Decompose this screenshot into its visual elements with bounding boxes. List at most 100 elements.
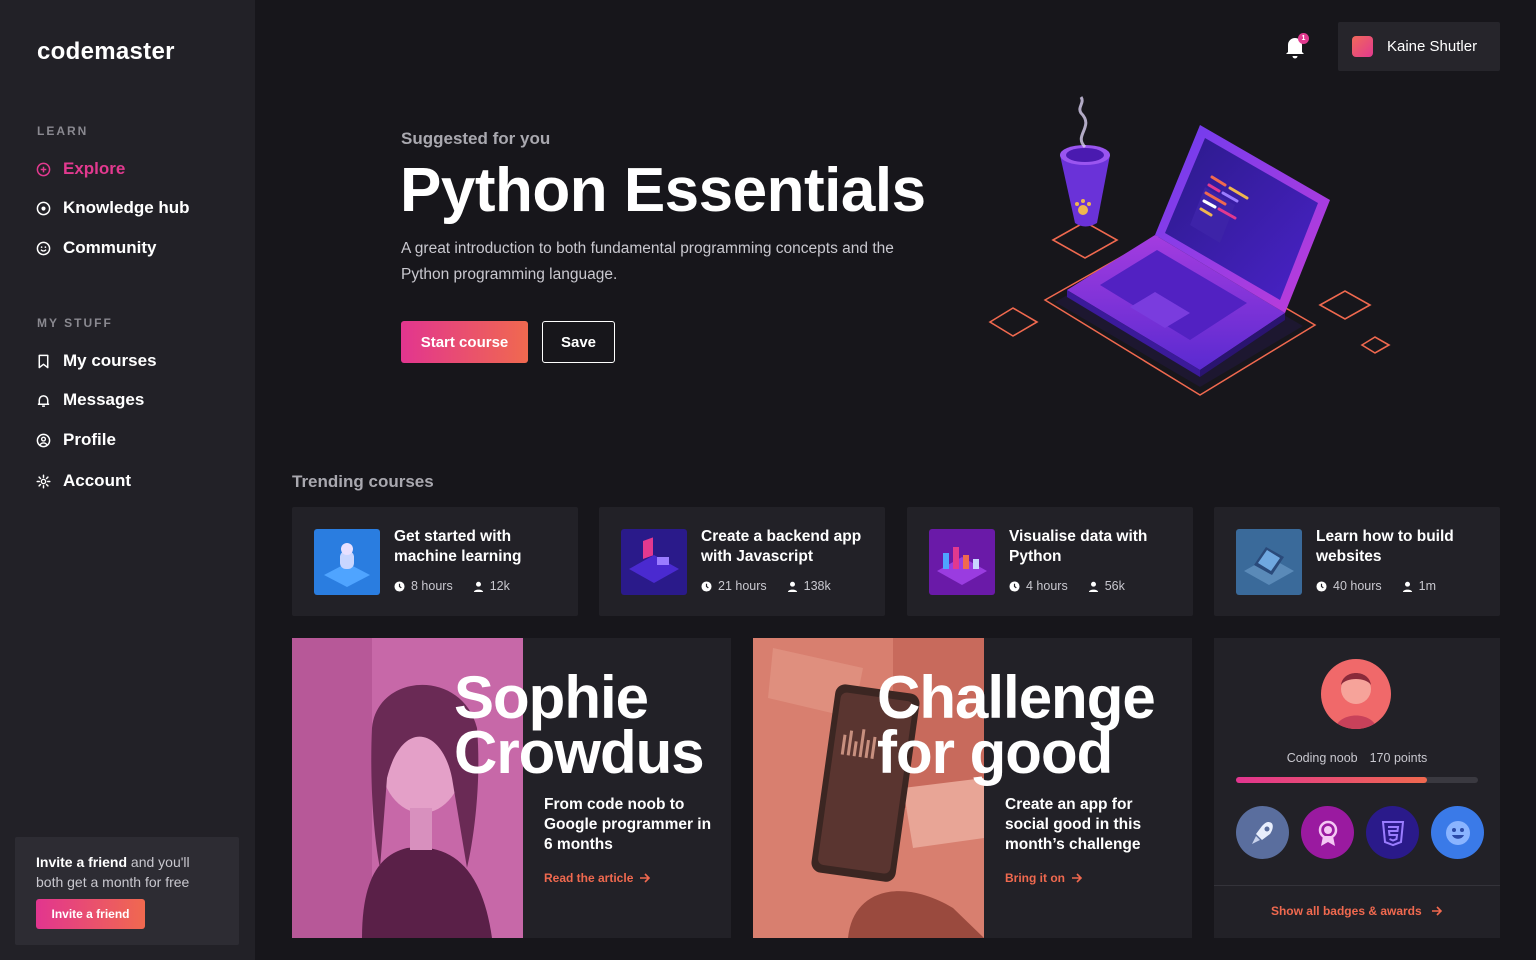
read-article-link[interactable]: Read the article — [544, 871, 651, 885]
rocket-badge-icon[interactable] — [1236, 806, 1289, 859]
hero-title: Python Essentials — [400, 156, 926, 225]
html5-badge-icon[interactable] — [1366, 806, 1419, 859]
feature-link-label: Read the article — [544, 871, 634, 885]
badge-list — [1236, 806, 1484, 859]
sidebar-item-community[interactable]: Community — [36, 238, 157, 258]
user-icon — [473, 581, 483, 592]
course-card[interactable]: Create a backend app with Javascript 21 … — [599, 507, 885, 616]
progress-fill — [1236, 777, 1428, 783]
feature-card-challenge[interactable]: Challenge for good Create an app for soc… — [753, 638, 1192, 938]
plus-circle-icon — [36, 162, 51, 176]
laptop-illustration — [988, 96, 1391, 396]
show-all-badges-link[interactable]: Show all badges & awards — [1214, 904, 1500, 918]
user-icon — [787, 581, 797, 592]
course-learners: 1m — [1418, 579, 1437, 593]
course-learners: 138k — [803, 579, 831, 593]
feature-subtitle: Create an app for social good in this mo… — [1005, 796, 1142, 853]
sidebar-item-label: Knowledge hub — [63, 198, 190, 217]
course-thumbnail — [929, 529, 995, 595]
hero-description: A great introduction to both fundamental… — [401, 240, 894, 283]
course-card[interactable]: Learn how to build websites 40 hours 1m — [1214, 507, 1500, 616]
feature-subtitle: From code noob to Google programmer in 6… — [544, 796, 712, 853]
divider — [1214, 885, 1500, 886]
arrow-right-icon — [1432, 906, 1443, 916]
clock-icon — [1009, 580, 1020, 592]
mystuff-heading: MY STUFF — [37, 316, 113, 330]
gear-icon — [36, 473, 51, 489]
user-icon — [1088, 581, 1098, 592]
arrow-right-icon — [1072, 873, 1083, 883]
badges-link-label: Show all badges & awards — [1270, 904, 1422, 918]
invite-text: Invite a friend and you'll both get a mo… — [36, 854, 190, 890]
course-learners: 12k — [489, 579, 510, 593]
smiley-icon — [36, 241, 51, 255]
invite-panel: Invite a friend and you'll both get a mo… — [15, 837, 239, 945]
bell-icon — [37, 394, 50, 407]
sidebar-item-knowledge-hub[interactable]: Knowledge hub — [36, 198, 190, 218]
sidebar-item-messages[interactable]: Messages — [36, 390, 144, 410]
sidebar: codemaster LEARN Explore Knowledge hub C… — [0, 0, 255, 960]
start-course-button[interactable]: Start course — [401, 321, 528, 363]
sidebar-item-label: Community — [63, 238, 157, 257]
notification-count-badge: 1 — [1298, 33, 1309, 44]
sidebar-item-label: Account — [63, 471, 131, 490]
sidebar-item-label: Profile — [63, 430, 116, 449]
sidebar-item-label: Explore — [63, 159, 126, 178]
bookmark-icon — [38, 354, 49, 368]
feature-headline: Challenge for good — [877, 664, 1156, 786]
user-menu[interactable]: Kaine Shutler — [1338, 22, 1500, 71]
sidebar-item-label: Messages — [63, 390, 145, 409]
avatar — [1321, 659, 1391, 729]
bring-it-on-link[interactable]: Bring it on — [1005, 871, 1083, 885]
trending-title: Trending courses — [292, 472, 434, 491]
course-title: Visualise data with Python — [1009, 528, 1148, 565]
arrow-right-icon — [640, 873, 651, 883]
user-name: Kaine Shutler — [1387, 38, 1478, 55]
progress-bar — [1236, 777, 1478, 783]
sidebar-item-label: My courses — [63, 351, 157, 370]
course-meta: 8 hours 12k — [394, 579, 510, 593]
save-button[interactable]: Save — [542, 321, 615, 363]
course-hours: 40 hours — [1333, 579, 1382, 593]
course-title: Get started with machine learning — [394, 528, 522, 565]
course-learners: 56k — [1104, 579, 1125, 593]
course-meta: 4 hours 56k — [1009, 579, 1125, 593]
sidebar-item-account[interactable]: Account — [36, 471, 131, 491]
learn-heading: LEARN — [37, 124, 89, 138]
user-icon — [1402, 581, 1412, 592]
smiley-badge-icon[interactable] — [1431, 806, 1484, 859]
user-circle-icon — [36, 433, 51, 447]
rank-name: Coding noob — [1286, 751, 1358, 765]
target-icon — [36, 201, 51, 215]
avatar — [1352, 36, 1373, 57]
invite-friend-button[interactable]: Invite a friend — [36, 899, 145, 929]
notifications-button[interactable]: 1 — [1284, 33, 1309, 59]
course-meta: 21 hours 138k — [701, 579, 831, 593]
course-card[interactable]: Get started with machine learning 8 hour… — [292, 507, 578, 616]
course-card[interactable]: Visualise data with Python 4 hours 56k — [907, 507, 1193, 616]
clock-icon — [394, 580, 405, 592]
rank-points: 170 points — [1369, 751, 1428, 765]
clock-icon — [701, 580, 712, 592]
feature-link-label: Bring it on — [1005, 871, 1065, 885]
sidebar-item-profile[interactable]: Profile — [36, 430, 116, 450]
feature-headline: Sophie Crowdus — [454, 664, 705, 786]
course-hours: 4 hours — [1026, 579, 1068, 593]
sidebar-item-my-courses[interactable]: My courses — [36, 351, 157, 371]
clock-icon — [1316, 580, 1327, 592]
app-logo[interactable]: codemaster — [37, 38, 175, 66]
badge-rank: Coding noob 170 points — [1214, 751, 1500, 765]
course-title: Learn how to build websites — [1316, 528, 1454, 565]
feature-card-article[interactable]: Sophie Crowdus From code noob to Google … — [292, 638, 731, 938]
course-meta: 40 hours 1m — [1316, 579, 1436, 593]
course-title: Create a backend app with Javascript — [701, 528, 862, 565]
course-thumbnail — [1236, 529, 1302, 595]
course-hours: 21 hours — [718, 579, 767, 593]
badges-panel: Coding noob 170 points Show all badges & … — [1214, 638, 1500, 938]
hero-kicker: Suggested for you — [401, 129, 551, 148]
award-badge-icon[interactable] — [1301, 806, 1354, 859]
course-hours: 8 hours — [411, 579, 453, 593]
course-thumbnail — [621, 529, 687, 595]
course-thumbnail — [314, 529, 380, 595]
sidebar-item-explore[interactable]: Explore — [36, 159, 125, 179]
